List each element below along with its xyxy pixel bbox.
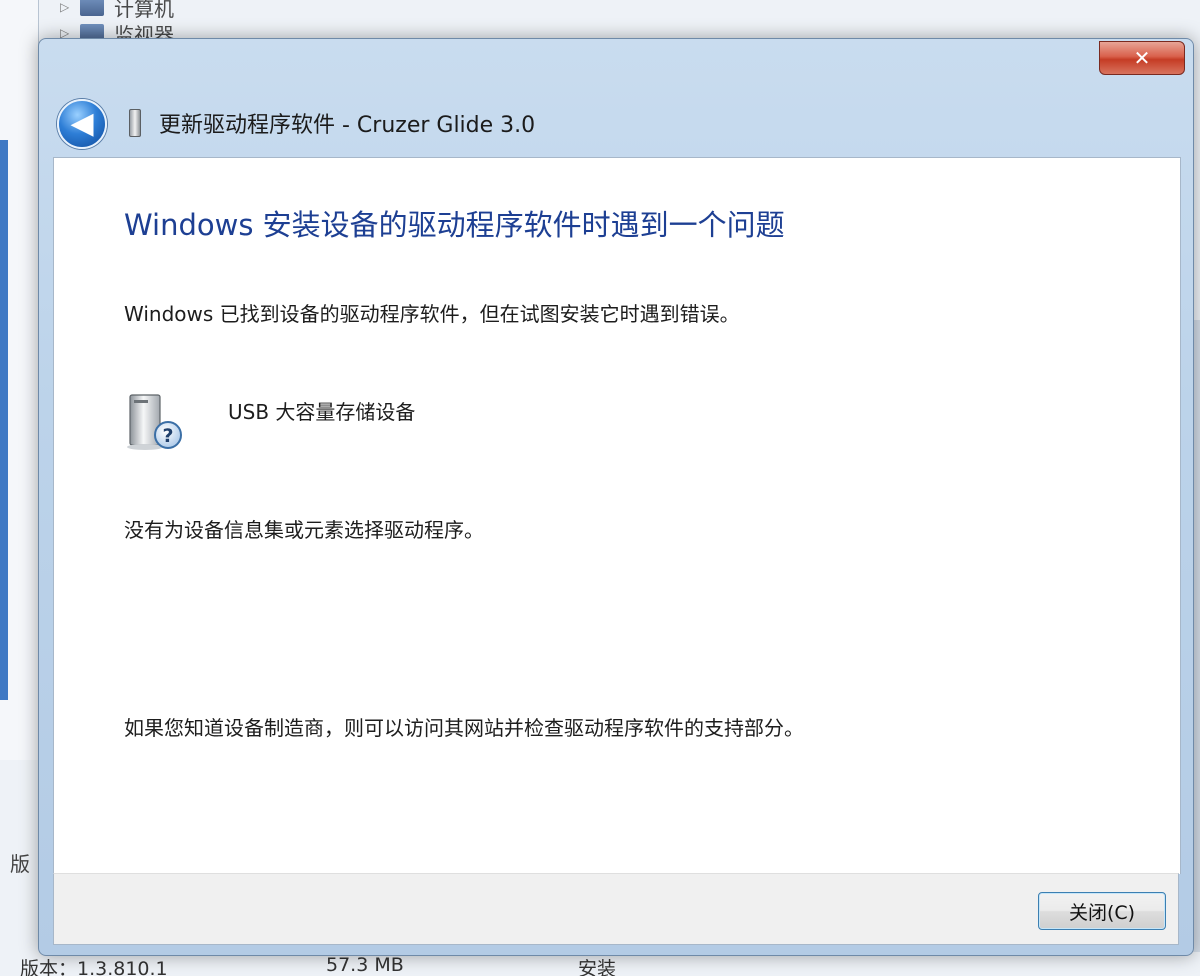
computer-icon — [80, 0, 104, 16]
page-title: Windows 安装设备的驱动程序软件时遇到一个问题 — [124, 208, 785, 242]
background-scrollbar — [0, 140, 8, 700]
back-arrow-icon[interactable]: ◀ — [57, 99, 107, 149]
expand-icon[interactable]: ▷ — [60, 0, 80, 14]
found-message: Windows 已找到设备的驱动程序软件，但在试图安装它时遇到错误。 — [124, 302, 740, 326]
usb-drive-icon — [129, 109, 141, 137]
dialog-content: Windows 安装设备的驱动程序软件时遇到一个问题 Windows 已找到设备… — [53, 157, 1181, 874]
size-text: 57.3 MB — [326, 954, 404, 976]
close-button[interactable]: 关闭(C) — [1038, 892, 1166, 930]
version-text: 版本：1.3.810.1 — [20, 958, 168, 976]
background-left-panel — [0, 0, 39, 760]
device-unknown-icon: ? — [127, 394, 182, 450]
svg-text:?: ? — [162, 425, 173, 447]
dialog-footer: 关闭(C) — [53, 873, 1179, 945]
close-icon[interactable]: ✕ — [1099, 41, 1185, 75]
background-side-label: 版 — [10, 852, 30, 876]
dialog-title: 更新驱动程序软件 - Cruzer Glide 3.0 — [159, 113, 536, 138]
help-message: 如果您知道设备制造商，则可以访问其网站并检查驱动程序软件的支持部分。 — [124, 716, 804, 740]
update-driver-dialog: ✕ ◀ 更新驱动程序软件 - Cruzer Glide 3.0 Windows … — [38, 38, 1194, 956]
install-text: 安装 — [578, 958, 617, 976]
device-name: USB 大容量存储设备 — [228, 400, 416, 424]
dialog-header: ◀ 更新驱动程序软件 - Cruzer Glide 3.0 — [39, 95, 1193, 155]
tree-item[interactable]: ▷ 计算机 — [60, 0, 560, 21]
error-detail: 没有为设备信息集或元素选择驱动程序。 — [124, 518, 484, 542]
